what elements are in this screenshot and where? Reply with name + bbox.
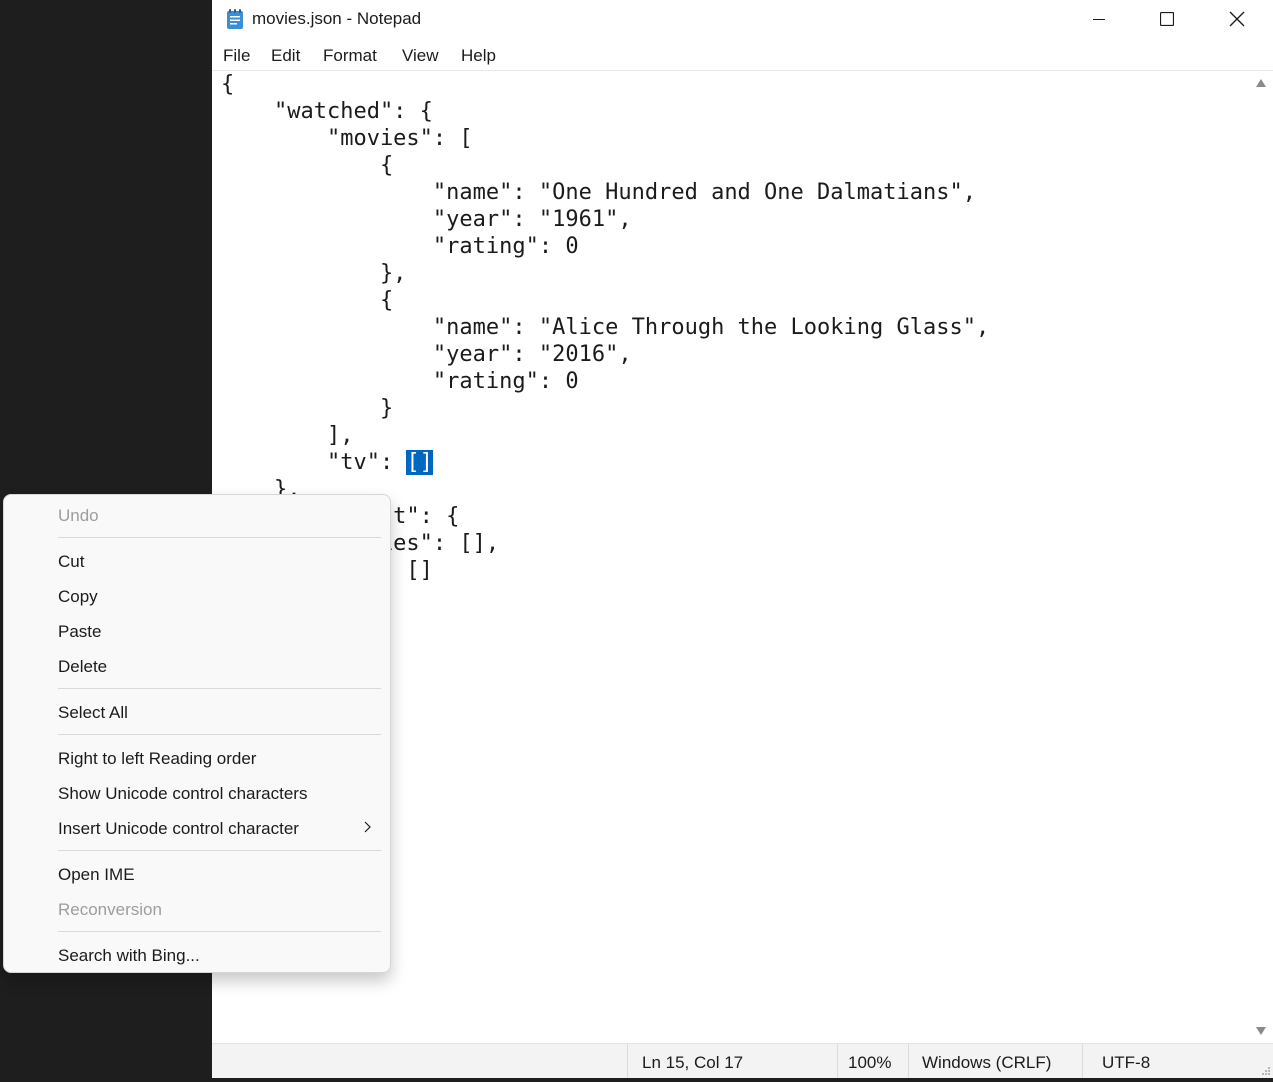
menu-item-delete[interactable]: Delete xyxy=(58,657,107,677)
menu-separator xyxy=(58,850,381,851)
menu-item-copy[interactable]: Copy xyxy=(58,587,98,607)
code-line: "movies": [ xyxy=(221,126,473,151)
menu-item-cut[interactable]: Cut xyxy=(58,552,84,572)
code-line: { xyxy=(221,72,235,97)
title-bar[interactable]: movies.json - Notepad xyxy=(212,0,1273,38)
status-bar: Ln 15, Col 17 100% Windows (CRLF) UTF-8 xyxy=(212,1043,1273,1078)
code-line: }, xyxy=(221,261,407,286)
code-line: { xyxy=(221,288,394,313)
menu-separator xyxy=(58,734,381,735)
close-icon xyxy=(1229,11,1245,27)
menu-separator xyxy=(58,537,381,538)
chevron-right-icon xyxy=(364,821,371,833)
code-line: "name": "One Hundred and One Dalmatians"… xyxy=(221,180,976,205)
menu-file[interactable]: File xyxy=(223,46,250,66)
code-line-selected: "tv": [] xyxy=(221,449,989,476)
resize-grip-icon[interactable] xyxy=(1261,1066,1271,1076)
menu-separator xyxy=(58,931,381,932)
menu-view[interactable]: View xyxy=(402,46,439,66)
code-line: "year": "1961", xyxy=(221,207,632,232)
maximize-button[interactable] xyxy=(1133,0,1201,38)
zoom-level: 100% xyxy=(837,1044,908,1078)
vertical-scrollbar[interactable] xyxy=(1248,71,1273,1043)
menu-format[interactable]: Format xyxy=(323,46,377,66)
code-line: { xyxy=(221,153,394,178)
menu-help[interactable]: Help xyxy=(461,46,496,66)
context-menu: Undo Cut Copy Paste Delete Select All Ri… xyxy=(3,494,391,973)
menu-item-rtl-reading-order[interactable]: Right to left Reading order xyxy=(58,749,256,769)
menu-item-open-ime[interactable]: Open IME xyxy=(58,865,135,885)
menu-item-select-all[interactable]: Select All xyxy=(58,703,128,723)
minimize-icon xyxy=(1093,19,1105,20)
window-title: movies.json - Notepad xyxy=(252,9,422,28)
code-line: ], xyxy=(221,423,354,448)
code-line: } xyxy=(221,396,394,421)
scroll-down-icon[interactable] xyxy=(1256,1027,1266,1035)
menu-item-search-bing[interactable]: Search with Bing... xyxy=(58,946,200,966)
encoding: UTF-8 xyxy=(1082,1044,1273,1078)
code-line-text: "tv": xyxy=(221,450,407,475)
menu-edit[interactable]: Edit xyxy=(271,46,300,66)
line-ending: Windows (CRLF) xyxy=(908,1044,1082,1078)
minimize-button[interactable] xyxy=(1065,0,1133,38)
code-line: "watched": { xyxy=(221,99,433,124)
notepad-icon xyxy=(227,9,243,29)
menu-item-show-unicode[interactable]: Show Unicode control characters xyxy=(58,784,307,804)
code-line: "rating": 0 xyxy=(221,234,579,259)
text-selection[interactable]: [] xyxy=(406,450,433,475)
menu-separator xyxy=(58,688,381,689)
menu-item-reconversion[interactable]: Reconversion xyxy=(58,900,162,920)
cursor-position: Ln 15, Col 17 xyxy=(627,1044,837,1078)
menu-item-paste[interactable]: Paste xyxy=(58,622,101,642)
maximize-icon xyxy=(1160,12,1174,26)
code-line: "year": "2016", xyxy=(221,342,632,367)
menu-item-insert-unicode[interactable]: Insert Unicode control character xyxy=(58,819,299,839)
code-line: "rating": 0 xyxy=(221,369,579,394)
menu-item-undo[interactable]: Undo xyxy=(58,506,99,526)
code-line: "name": "Alice Through the Looking Glass… xyxy=(221,315,990,340)
close-button[interactable] xyxy=(1203,0,1271,38)
scroll-up-icon[interactable] xyxy=(1256,79,1266,87)
menu-bar: File Edit Format View Help xyxy=(212,38,1273,72)
